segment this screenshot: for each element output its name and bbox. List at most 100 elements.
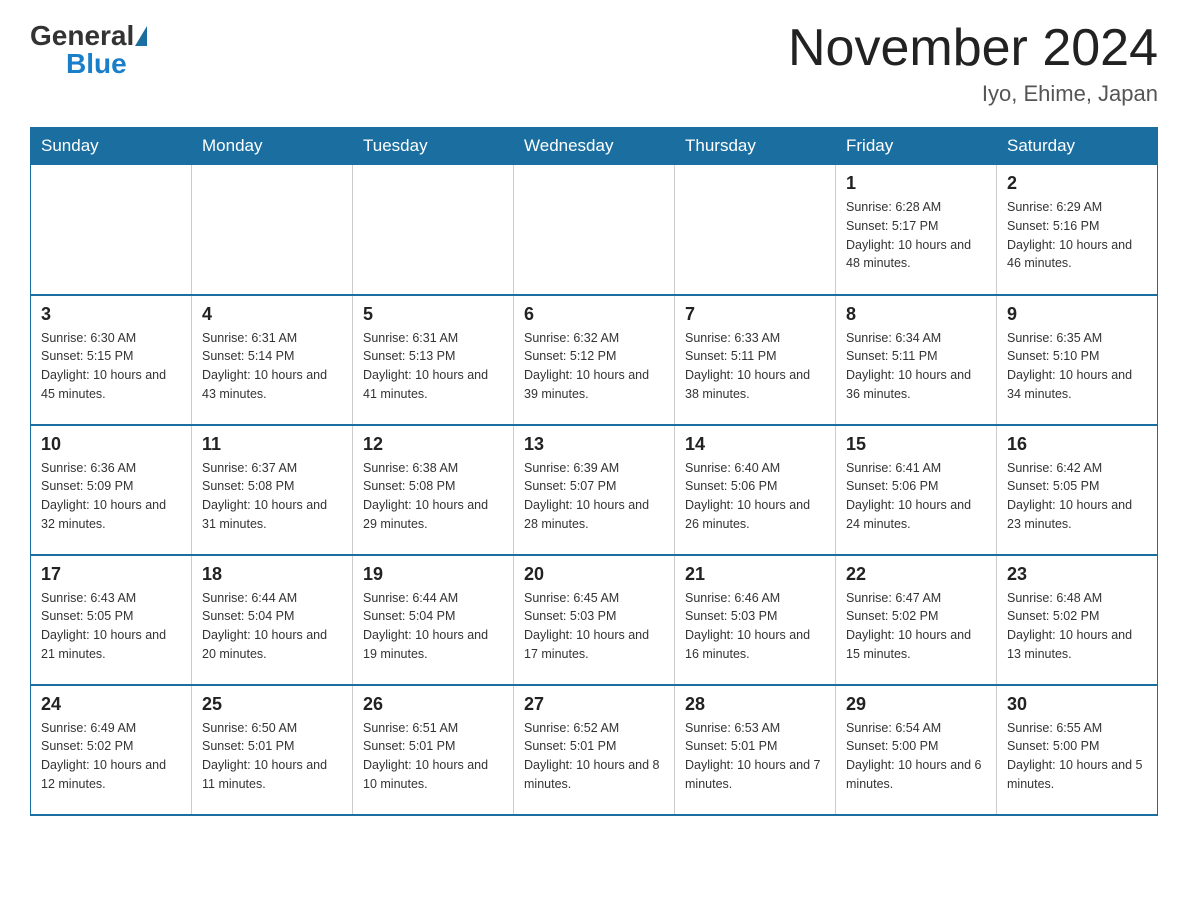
day-number: 14 [685,434,825,455]
calendar-cell: 3Sunrise: 6:30 AM Sunset: 5:15 PM Daylig… [31,295,192,425]
day-number: 13 [524,434,664,455]
calendar-cell: 6Sunrise: 6:32 AM Sunset: 5:12 PM Daylig… [514,295,675,425]
calendar-cell: 10 Sunrise: 6:36 AM Sunset: 5:09 PM Dayli… [31,425,192,555]
day-number: 16 [1007,434,1147,455]
day-number: 21 [685,564,825,585]
calendar-cell: 17 Sunrise: 6:43 AM Sunset: 5:05 PM Dayli… [31,555,192,685]
location: Iyo, Ehime, Japan [788,81,1158,107]
month-title: November 2024 [788,20,1158,77]
calendar-cell: 20 Sunrise: 6:45 AM Sunset: 5:03 PM Dayli… [514,555,675,685]
page-header: General Blue November 2024 Iyo, Ehime, J… [30,20,1158,107]
calendar-cell: 18 Sunrise: 6:44 AM Sunset: 5:04 PM Dayli… [192,555,353,685]
day-info: Sunrise: 6:42 AM Sunset: 5:05 PM Dayligh… [1007,459,1147,534]
day-number: 23 [1007,564,1147,585]
title-area: November 2024 Iyo, Ehime, Japan [788,20,1158,107]
day-info: Sunrise: 6:41 AM Sunset: 5:06 PM Dayligh… [846,459,986,534]
weekday-header-saturday: Saturday [997,128,1158,165]
logo-triangle-icon [135,26,147,46]
day-number: 5 [363,304,503,325]
day-info: Sunrise: 6:45 AM Sunset: 5:03 PM Dayligh… [524,589,664,664]
day-number: 2 [1007,173,1147,194]
calendar-cell: 27 Sunrise: 6:52 AM Sunset: 5:01 PM Dayli… [514,685,675,815]
day-number: 1 [846,173,986,194]
calendar-cell [192,165,353,295]
day-number: 18 [202,564,342,585]
day-number: 19 [363,564,503,585]
day-info: Sunrise: 6:55 AM Sunset: 5:00 PM Dayligh… [1007,719,1147,794]
calendar-cell: 8Sunrise: 6:34 AM Sunset: 5:11 PM Daylig… [836,295,997,425]
day-info: Sunrise: 6:53 AM Sunset: 5:01 PM Dayligh… [685,719,825,794]
day-number: 28 [685,694,825,715]
calendar-cell: 22 Sunrise: 6:47 AM Sunset: 5:02 PM Dayli… [836,555,997,685]
day-info: Sunrise: 6:44 AM Sunset: 5:04 PM Dayligh… [202,589,342,664]
calendar-cell: 1 Sunrise: 6:28 AM Sunset: 5:17 PM Daylig… [836,165,997,295]
logo-blue: Blue [66,48,127,80]
day-info: Sunrise: 6:35 AM Sunset: 5:10 PM Dayligh… [1007,329,1147,404]
calendar-cell: 9 Sunrise: 6:35 AM Sunset: 5:10 PM Daylig… [997,295,1158,425]
calendar-cell [31,165,192,295]
day-info: Sunrise: 6:40 AM Sunset: 5:06 PM Dayligh… [685,459,825,534]
day-info: Sunrise: 6:51 AM Sunset: 5:01 PM Dayligh… [363,719,503,794]
calendar-cell: 29 Sunrise: 6:54 AM Sunset: 5:00 PM Dayli… [836,685,997,815]
day-info: Sunrise: 6:39 AM Sunset: 5:07 PM Dayligh… [524,459,664,534]
day-number: 24 [41,694,181,715]
day-info: Sunrise: 6:52 AM Sunset: 5:01 PM Dayligh… [524,719,664,794]
day-info: Sunrise: 6:50 AM Sunset: 5:01 PM Dayligh… [202,719,342,794]
day-info: Sunrise: 6:37 AM Sunset: 5:08 PM Dayligh… [202,459,342,534]
day-info: Sunrise: 6:49 AM Sunset: 5:02 PM Dayligh… [41,719,181,794]
day-number: 15 [846,434,986,455]
calendar-cell: 26Sunrise: 6:51 AM Sunset: 5:01 PM Dayli… [353,685,514,815]
logo: General Blue [30,20,148,80]
day-number: 22 [846,564,986,585]
day-info: Sunrise: 6:31 AM Sunset: 5:14 PM Dayligh… [202,329,342,404]
day-info: Sunrise: 6:48 AM Sunset: 5:02 PM Dayligh… [1007,589,1147,664]
day-info: Sunrise: 6:28 AM Sunset: 5:17 PM Dayligh… [846,198,986,273]
calendar-cell: 7Sunrise: 6:33 AM Sunset: 5:11 PM Daylig… [675,295,836,425]
day-number: 7 [685,304,825,325]
day-number: 8 [846,304,986,325]
calendar-cell: 14 Sunrise: 6:40 AM Sunset: 5:06 PM Dayli… [675,425,836,555]
calendar-cell: 21Sunrise: 6:46 AM Sunset: 5:03 PM Dayli… [675,555,836,685]
weekday-header-tuesday: Tuesday [353,128,514,165]
weekday-header-monday: Monday [192,128,353,165]
calendar-cell: 16 Sunrise: 6:42 AM Sunset: 5:05 PM Dayli… [997,425,1158,555]
weekday-header-thursday: Thursday [675,128,836,165]
calendar-cell: 4 Sunrise: 6:31 AM Sunset: 5:14 PM Daylig… [192,295,353,425]
week-row-4: 17 Sunrise: 6:43 AM Sunset: 5:05 PM Dayli… [31,555,1158,685]
weekday-header-row: SundayMondayTuesdayWednesdayThursdayFrid… [31,128,1158,165]
day-number: 25 [202,694,342,715]
weekday-header-wednesday: Wednesday [514,128,675,165]
day-number: 11 [202,434,342,455]
day-number: 20 [524,564,664,585]
day-number: 29 [846,694,986,715]
calendar-cell: 11 Sunrise: 6:37 AM Sunset: 5:08 PM Dayli… [192,425,353,555]
calendar-cell: 24 Sunrise: 6:49 AM Sunset: 5:02 PM Dayli… [31,685,192,815]
day-info: Sunrise: 6:36 AM Sunset: 5:09 PM Dayligh… [41,459,181,534]
day-info: Sunrise: 6:43 AM Sunset: 5:05 PM Dayligh… [41,589,181,664]
day-number: 17 [41,564,181,585]
weekday-header-sunday: Sunday [31,128,192,165]
day-number: 4 [202,304,342,325]
day-number: 27 [524,694,664,715]
day-info: Sunrise: 6:54 AM Sunset: 5:00 PM Dayligh… [846,719,986,794]
calendar-cell [675,165,836,295]
day-info: Sunrise: 6:31 AM Sunset: 5:13 PM Dayligh… [363,329,503,404]
day-number: 9 [1007,304,1147,325]
calendar-cell: 5 Sunrise: 6:31 AM Sunset: 5:13 PM Daylig… [353,295,514,425]
week-row-2: 3Sunrise: 6:30 AM Sunset: 5:15 PM Daylig… [31,295,1158,425]
calendar-cell: 28 Sunrise: 6:53 AM Sunset: 5:01 PM Dayli… [675,685,836,815]
week-row-5: 24 Sunrise: 6:49 AM Sunset: 5:02 PM Dayli… [31,685,1158,815]
day-number: 3 [41,304,181,325]
day-number: 10 [41,434,181,455]
calendar-cell: 12 Sunrise: 6:38 AM Sunset: 5:08 PM Dayli… [353,425,514,555]
day-info: Sunrise: 6:38 AM Sunset: 5:08 PM Dayligh… [363,459,503,534]
day-info: Sunrise: 6:47 AM Sunset: 5:02 PM Dayligh… [846,589,986,664]
day-number: 30 [1007,694,1147,715]
day-number: 12 [363,434,503,455]
day-info: Sunrise: 6:32 AM Sunset: 5:12 PM Dayligh… [524,329,664,404]
calendar-cell: 13 Sunrise: 6:39 AM Sunset: 5:07 PM Dayli… [514,425,675,555]
week-row-3: 10 Sunrise: 6:36 AM Sunset: 5:09 PM Dayli… [31,425,1158,555]
calendar-cell [514,165,675,295]
week-row-1: 1 Sunrise: 6:28 AM Sunset: 5:17 PM Daylig… [31,165,1158,295]
day-info: Sunrise: 6:29 AM Sunset: 5:16 PM Dayligh… [1007,198,1147,273]
